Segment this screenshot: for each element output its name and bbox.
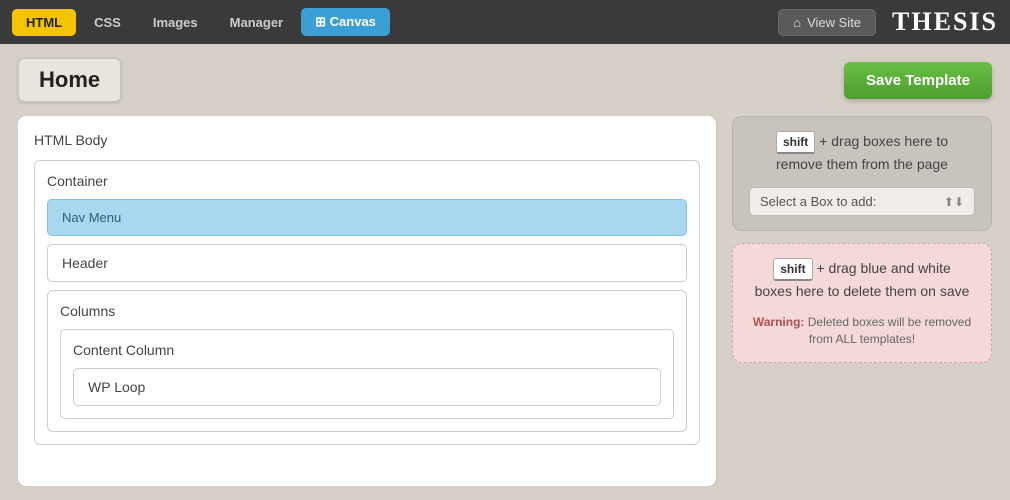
topbar: HTML CSS Images Manager ⊞ Canvas ⌂ View …: [0, 0, 1010, 44]
home-label: Home: [18, 58, 121, 102]
delete-hint-text2: boxes here to delete them on save: [755, 283, 970, 299]
tab-css[interactable]: CSS: [80, 9, 135, 36]
view-site-button[interactable]: ⌂ View Site: [778, 9, 876, 36]
header-label: Header: [62, 255, 108, 271]
columns-box: Columns Content Column WP Loop: [47, 290, 687, 432]
main-content: HTML Body Container Nav Menu Header Colu…: [18, 116, 992, 486]
shift-key-1: shift: [776, 131, 815, 154]
thesis-logo: THESIS: [892, 7, 998, 37]
warning-body: Deleted boxes will be removed from ALL t…: [808, 315, 971, 346]
header-row: Home Save Template: [18, 58, 992, 102]
wp-loop-label: WP Loop: [88, 379, 145, 395]
tab-canvas[interactable]: ⊞ Canvas: [301, 8, 390, 36]
select-box-row: Select a Box to add: ⬆⬇: [749, 187, 975, 216]
html-body-label: HTML Body: [34, 132, 700, 148]
content-column-box: Content Column WP Loop: [60, 329, 674, 419]
tab-html[interactable]: HTML: [12, 9, 76, 36]
remove-hint: shift + drag boxes here to remove them f…: [749, 131, 975, 175]
wp-loop-box[interactable]: WP Loop: [73, 368, 661, 406]
tab-manager[interactable]: Manager: [216, 9, 297, 36]
save-template-button[interactable]: Save Template: [844, 62, 992, 99]
select-box-label: Select a Box to add:: [760, 194, 876, 209]
header-box[interactable]: Header: [47, 244, 687, 282]
remove-hint-text2: remove them from the page: [776, 156, 948, 172]
topbar-left: HTML CSS Images Manager ⊞ Canvas: [12, 8, 390, 36]
warning-text: Warning: Deleted boxes will be removed f…: [749, 314, 975, 348]
content-column-label: Content Column: [73, 342, 661, 358]
page-area: Home Save Template HTML Body Container N…: [0, 44, 1010, 500]
tab-images[interactable]: Images: [139, 9, 212, 36]
columns-label: Columns: [60, 303, 674, 319]
delete-card: shift + drag blue and white boxes here t…: [732, 243, 992, 363]
delete-hint: shift + drag blue and white boxes here t…: [749, 258, 975, 302]
container-label: Container: [47, 173, 687, 189]
delete-hint-text1: + drag blue and white: [816, 260, 950, 276]
nav-menu-box[interactable]: Nav Menu: [47, 199, 687, 236]
canvas-icon: ⊞: [315, 14, 326, 29]
warning-label: Warning:: [753, 315, 805, 329]
select-box-dropdown[interactable]: Select a Box to add: ⬆⬇: [749, 187, 975, 216]
dropdown-arrow-icon: ⬆⬇: [944, 195, 964, 209]
remove-hint-text1: + drag boxes here to: [819, 133, 948, 149]
shift-key-2: shift: [773, 258, 812, 281]
nav-menu-label: Nav Menu: [62, 210, 121, 225]
left-panel: HTML Body Container Nav Menu Header Colu…: [18, 116, 716, 486]
container-box: Container Nav Menu Header Columns Conten…: [34, 160, 700, 445]
right-panel: shift + drag boxes here to remove them f…: [732, 116, 992, 486]
topbar-right: ⌂ View Site THESIS: [778, 7, 998, 37]
home-icon: ⌂: [793, 15, 801, 30]
remove-card: shift + drag boxes here to remove them f…: [732, 116, 992, 231]
